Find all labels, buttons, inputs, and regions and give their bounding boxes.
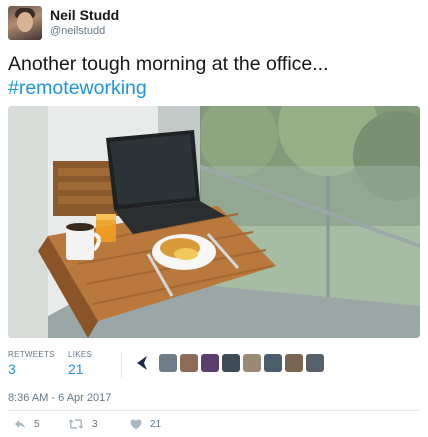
tweet-timestamp[interactable]: 8:36 AM - 6 Apr 2017 — [8, 392, 111, 404]
reply-button[interactable]: 5 — [14, 416, 40, 432]
reply-icon — [15, 420, 25, 429]
retweets-stat[interactable]: RETWEETS 3 — [8, 350, 55, 377]
like-button[interactable]: 21 — [130, 416, 161, 432]
tweet-photo[interactable] — [8, 106, 420, 338]
user-handle[interactable]: @neilstudd — [50, 25, 105, 37]
liker-avatar[interactable] — [222, 354, 240, 372]
likes-stat[interactable]: LIKES 21 — [68, 350, 92, 377]
liker-avatar[interactable] — [306, 354, 324, 372]
retweet-button[interactable]: 3 — [68, 416, 98, 432]
liker-avatar[interactable] — [264, 354, 282, 372]
heart-icon — [130, 419, 142, 429]
user-avatar[interactable] — [8, 6, 42, 40]
footer-divider — [8, 410, 420, 411]
likes-label: LIKES — [68, 350, 93, 359]
liker-avatar[interactable] — [180, 354, 198, 372]
retweet-count: 3 — [92, 418, 98, 430]
tweet-text: Another tough morning at the office... #… — [8, 52, 418, 100]
retweets-label: RETWEETS — [8, 350, 55, 359]
liker-avatar[interactable] — [159, 354, 177, 372]
liker-avatar[interactable] — [201, 354, 219, 372]
hashtag-link[interactable]: #remoteworking — [8, 76, 418, 100]
user-name[interactable]: Neil Studd — [50, 7, 119, 23]
likes-count[interactable]: 21 — [68, 361, 92, 377]
liker-avatar[interactable] — [285, 354, 303, 372]
reply-count: 5 — [34, 418, 40, 430]
retweet-icon — [68, 419, 84, 429]
tweet-body: Another tough morning at the office... — [8, 53, 329, 75]
avatar-face — [17, 12, 33, 32]
retweets-count[interactable]: 3 — [8, 361, 55, 377]
like-count: 21 — [150, 418, 162, 430]
stats-divider — [121, 352, 122, 378]
liker-avatar[interactable] — [133, 354, 151, 372]
liker-avatar[interactable] — [243, 354, 261, 372]
